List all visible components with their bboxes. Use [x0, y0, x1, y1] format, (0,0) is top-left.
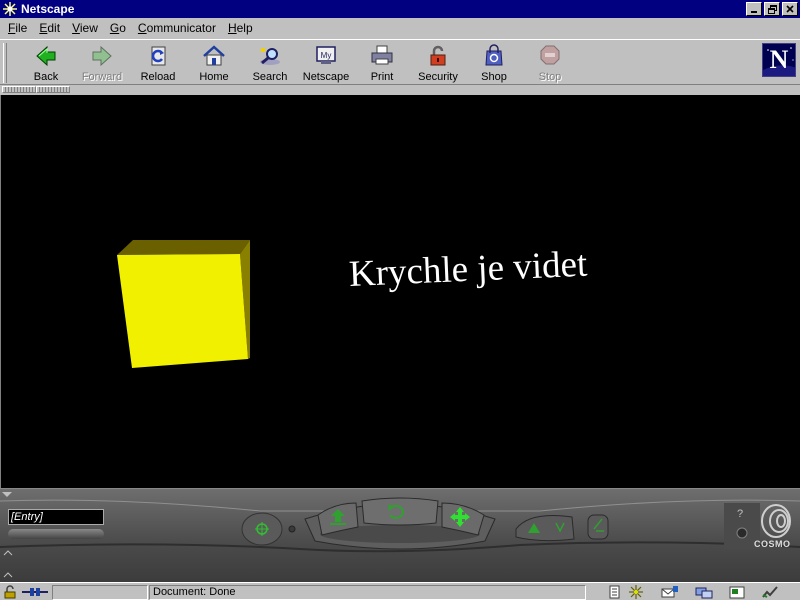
online-connection-icon[interactable] [22, 584, 48, 600]
print-button[interactable]: Print [354, 42, 410, 84]
menu-help[interactable]: Help [222, 21, 259, 35]
shop-bag-icon [485, 44, 503, 66]
my-netscape-icon: My [316, 46, 336, 64]
collapsed-toolbar-tab-2[interactable] [36, 86, 70, 93]
search-button[interactable]: Search [242, 42, 298, 84]
home-icon [203, 45, 225, 66]
viewpoint-selector[interactable]: [Entry] [8, 509, 104, 525]
forward-label: Forward [81, 71, 123, 83]
reload-button[interactable]: Reload [130, 42, 186, 84]
security-label: Security [418, 71, 458, 83]
netscape-logo-letter: N [769, 45, 789, 74]
shop-label: Shop [481, 71, 507, 83]
menu-help-label: elp [236, 21, 253, 35]
collapsed-toolbar-tabs [0, 86, 800, 94]
help-question-icon[interactable]: ? [737, 508, 743, 520]
menu-view-label: iew [79, 21, 98, 35]
forward-button[interactable]: Forward [74, 42, 130, 84]
cosmo-brand-label: COSMO [754, 539, 791, 549]
component-bar-groups-icon[interactable] [694, 584, 714, 600]
cosmo-player-dashboard: ? [Entry] COSMO [0, 488, 800, 582]
netscape-button[interactable]: My Netscape [298, 42, 354, 84]
title-bar: Netscape [0, 0, 800, 18]
menu-communicator[interactable]: Communicator [132, 21, 222, 35]
component-bar-composer-icon[interactable] [728, 584, 748, 600]
search-icon [260, 48, 280, 65]
dashboard-up-arrow-icon[interactable] [3, 550, 13, 556]
yellow-cube[interactable] [117, 240, 250, 368]
viewpoint-prev-next-buttons[interactable] [8, 529, 104, 539]
back-button[interactable]: Back [18, 42, 74, 84]
menu-bar: File Edit View Go Communicator Help [0, 18, 800, 38]
cube-front-face [117, 254, 248, 368]
print-label: Print [370, 71, 394, 83]
straighten-button[interactable] [587, 514, 609, 540]
menu-file-label: ile [15, 21, 28, 35]
stop-label: Stop [538, 71, 562, 83]
status-bar: Document: Done [0, 582, 800, 600]
lock-icon [430, 45, 446, 66]
svg-text:My: My [321, 51, 332, 60]
menu-view-mnemonic: V [72, 21, 80, 35]
options-button-icon[interactable] [736, 527, 748, 539]
forward-arrow-icon [92, 45, 112, 67]
vrml-content-area[interactable]: Krychle je videt [0, 95, 800, 488]
reload-icon [151, 46, 166, 66]
shop-button[interactable]: Shop [466, 42, 522, 84]
netscape-label: Netscape [302, 71, 350, 83]
component-bar-mail-icon[interactable] [660, 584, 680, 600]
component-bar-docs-icon[interactable] [604, 584, 624, 600]
walk-rotate-button[interactable] [361, 497, 439, 526]
restore-button[interactable] [764, 2, 780, 16]
menu-go-mnemonic: G [109, 21, 120, 35]
menu-edit[interactable]: Edit [33, 21, 66, 35]
dashboard-up-arrow-2-icon[interactable] [3, 572, 13, 578]
stop-button[interactable]: Stop [522, 42, 578, 84]
security-lock-status-icon[interactable] [1, 584, 21, 600]
collapsed-toolbar-tab-1[interactable] [2, 86, 36, 93]
menu-go[interactable]: Go [104, 21, 132, 35]
netscape-app-icon[interactable] [2, 1, 18, 17]
component-bar-edit-icon[interactable] [760, 584, 780, 600]
menu-communicator-mnemonic: C [137, 21, 147, 35]
back-label: Back [33, 71, 59, 83]
dashboard-panel-art: ? [0, 492, 800, 578]
dashboard-collapse-arrow-icon[interactable] [2, 492, 12, 497]
reload-label: Reload [140, 71, 176, 83]
search-label: Search [252, 71, 288, 83]
home-button[interactable]: Home [186, 42, 242, 84]
stop-icon [540, 45, 560, 65]
status-text: Document: Done [149, 585, 586, 600]
menu-help-mnemonic: H [227, 21, 237, 35]
cosmo-swirl-logo-icon [761, 504, 791, 538]
security-button[interactable]: Security [410, 42, 466, 84]
menu-view[interactable]: View [66, 21, 104, 35]
print-icon [371, 45, 393, 65]
menu-edit-label: dit [47, 21, 61, 35]
menu-file[interactable]: File [2, 21, 33, 35]
window-title: Netscape [21, 2, 75, 16]
minimize-button[interactable] [746, 2, 762, 16]
menu-communicator-label: ommunicator [146, 21, 216, 35]
home-label: Home [199, 71, 229, 83]
menu-go-label: o [119, 21, 126, 35]
back-arrow-icon [36, 45, 56, 67]
navigation-toolbar: Back Forward Reload Home Search My Netsc… [0, 39, 800, 85]
cube-top-face [117, 240, 250, 255]
component-bar-navigator-icon[interactable] [626, 584, 646, 600]
netscape-logo[interactable]: N [762, 43, 796, 77]
progress-meter [52, 585, 148, 600]
toolbar-grip[interactable] [3, 43, 7, 83]
close-button[interactable] [782, 2, 798, 16]
